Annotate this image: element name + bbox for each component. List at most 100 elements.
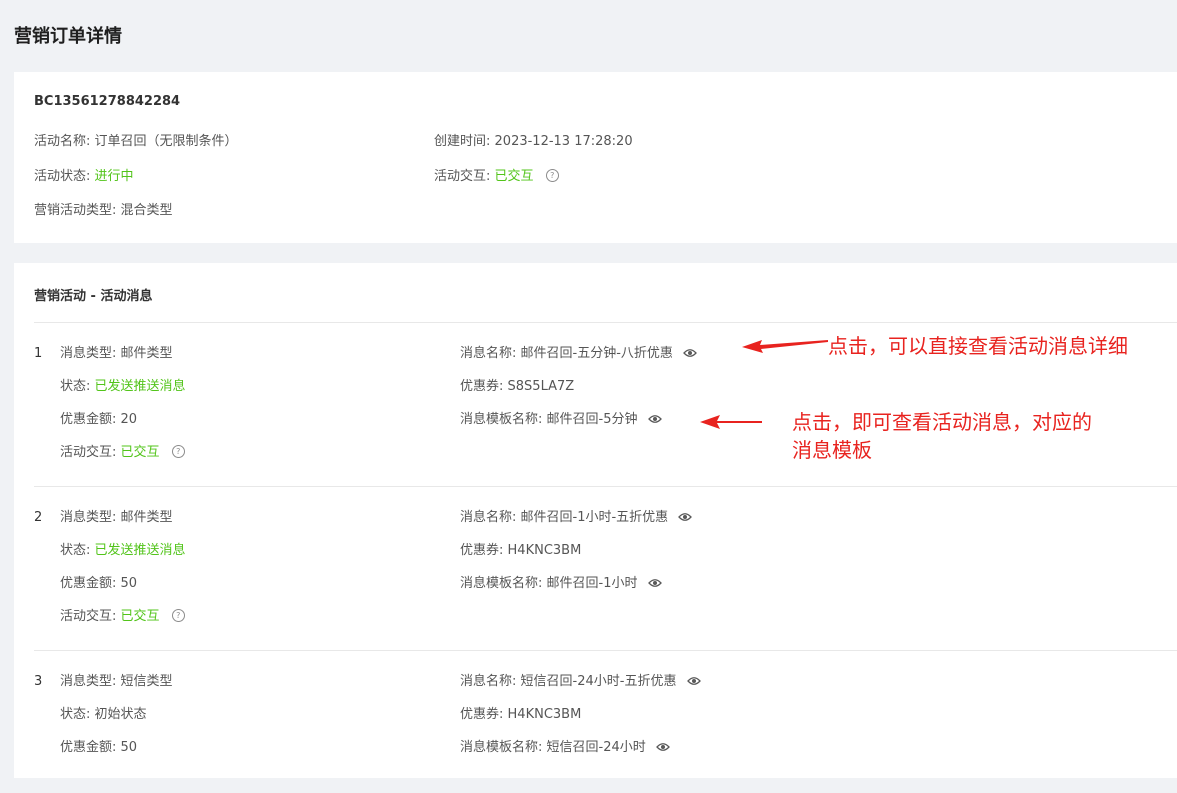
template-name-field: 消息模板名称: 邮件召回-1小时 bbox=[460, 575, 662, 593]
annotation-arrow bbox=[700, 415, 762, 429]
discount-field: 优惠金额: 20 bbox=[60, 411, 137, 429]
annotation-note: 点击，即可查看活动消息，对应的 bbox=[792, 410, 1092, 434]
message-interaction-label: 活动交互: bbox=[60, 609, 117, 624]
activity-type-value: 混合类型 bbox=[120, 203, 173, 218]
coupon-value: S8S5LA7Z bbox=[507, 379, 575, 394]
divider bbox=[34, 650, 1177, 651]
discount-field: 优惠金额: 50 bbox=[60, 739, 137, 757]
message-name-value: 短信召回-24小时-五折优惠 bbox=[520, 674, 677, 689]
coupon-label: 优惠券: bbox=[460, 379, 504, 394]
discount-label: 优惠金额: bbox=[60, 576, 117, 591]
template-name-label: 消息模板名称: bbox=[460, 412, 543, 427]
message-status-label: 状态: bbox=[60, 379, 91, 394]
annotation-arrow bbox=[742, 340, 828, 353]
activity-name-field: 活动名称: 订单召回（无限制条件） bbox=[34, 133, 238, 151]
template-name-field: 消息模板名称: 邮件召回-5分钟 bbox=[460, 411, 662, 429]
activity-status-field: 活动状态: 进行中 bbox=[34, 168, 134, 186]
template-name-label: 消息模板名称: bbox=[460, 740, 543, 755]
eye-icon[interactable] bbox=[686, 676, 701, 686]
activity-type-field: 营销活动类型: 混合类型 bbox=[34, 202, 173, 220]
message-name-field: 消息名称: 短信召回-24小时-五折优惠 bbox=[460, 673, 701, 691]
coupon-value: H4KNC3BM bbox=[507, 707, 582, 722]
message-type-field: 消息类型: 邮件类型 bbox=[60, 509, 173, 527]
message-index: 1 bbox=[34, 346, 43, 361]
message-type-label: 消息类型: bbox=[60, 510, 117, 525]
eye-icon[interactable] bbox=[656, 742, 670, 752]
annotation-note: 消息模板 bbox=[792, 438, 872, 462]
message-index: 3 bbox=[34, 674, 43, 689]
activity-name-value: 订单召回（无限制条件） bbox=[94, 134, 238, 149]
message-type-label: 消息类型: bbox=[60, 674, 117, 689]
eye-icon[interactable] bbox=[647, 578, 662, 588]
coupon-label: 优惠券: bbox=[460, 543, 504, 558]
message-type-field: 消息类型: 短信类型 bbox=[60, 673, 173, 691]
eye-icon[interactable] bbox=[678, 512, 693, 522]
coupon-value: H4KNC3BM bbox=[507, 543, 582, 558]
activity-interaction-field: 活动交互: 已交互 ? bbox=[434, 168, 559, 186]
created-time-value: 2023-12-13 17:28:20 bbox=[494, 134, 633, 149]
activity-type-label: 营销活动类型: bbox=[34, 203, 117, 218]
message-type-value: 短信类型 bbox=[120, 674, 173, 689]
message-status-value: 初始状态 bbox=[94, 707, 147, 722]
help-icon[interactable]: ? bbox=[545, 169, 559, 182]
order-id: BC13561278842284 bbox=[34, 94, 181, 109]
activity-status-value: 进行中 bbox=[94, 169, 134, 184]
discount-field: 优惠金额: 50 bbox=[60, 575, 137, 593]
message-name-field: 消息名称: 邮件召回-1小时-五折优惠 bbox=[460, 509, 693, 527]
message-name-label: 消息名称: bbox=[460, 510, 517, 525]
created-time-field: 创建时间: 2023-12-13 17:28:20 bbox=[434, 133, 633, 151]
coupon-field: 优惠券: H4KNC3BM bbox=[460, 706, 581, 724]
message-interaction-field: 活动交互: 已交互 ? bbox=[60, 608, 185, 626]
discount-label: 优惠金额: bbox=[60, 412, 117, 427]
discount-value: 50 bbox=[120, 740, 138, 755]
message-index: 2 bbox=[34, 510, 43, 525]
page-title: 营销订单详情 bbox=[14, 26, 122, 47]
message-type-value: 邮件类型 bbox=[120, 346, 173, 361]
help-icon[interactable]: ? bbox=[171, 445, 185, 458]
message-name-value: 邮件召回-1小时-五折优惠 bbox=[520, 510, 669, 525]
activity-status-label: 活动状态: bbox=[34, 169, 91, 184]
message-interaction-value: 已交互 bbox=[120, 609, 160, 624]
template-name-value: 邮件召回-5分钟 bbox=[546, 412, 638, 427]
eye-icon[interactable] bbox=[647, 414, 662, 424]
message-status-value: 已发送推送消息 bbox=[94, 543, 186, 558]
section-title: 营销活动 - 活动消息 bbox=[34, 289, 153, 304]
coupon-field: 优惠券: H4KNC3BM bbox=[460, 542, 581, 560]
message-status-label: 状态: bbox=[60, 707, 91, 722]
template-name-value: 短信召回-24小时 bbox=[546, 740, 646, 755]
message-name-value: 邮件召回-五分钟-八折优惠 bbox=[520, 346, 673, 361]
template-name-field: 消息模板名称: 短信召回-24小时 bbox=[460, 739, 670, 757]
activity-interaction-value: 已交互 bbox=[494, 169, 534, 184]
message-type-label: 消息类型: bbox=[60, 346, 117, 361]
coupon-field: 优惠券: S8S5LA7Z bbox=[460, 378, 574, 396]
divider bbox=[34, 486, 1177, 487]
message-status-label: 状态: bbox=[60, 543, 91, 558]
order-info-card: BC13561278842284 活动名称: 订单召回（无限制条件） 创建时间:… bbox=[14, 72, 1177, 243]
message-status-field: 状态: 已发送推送消息 bbox=[60, 378, 186, 396]
message-status-field: 状态: 已发送推送消息 bbox=[60, 542, 186, 560]
message-interaction-label: 活动交互: bbox=[60, 445, 117, 460]
message-type-field: 消息类型: 邮件类型 bbox=[60, 345, 173, 363]
discount-value: 20 bbox=[120, 412, 138, 427]
help-icon[interactable]: ? bbox=[171, 609, 185, 622]
message-type-value: 邮件类型 bbox=[120, 510, 173, 525]
message-name-label: 消息名称: bbox=[460, 674, 517, 689]
eye-icon[interactable] bbox=[683, 348, 697, 358]
page: 营销订单详情 BC13561278842284 活动名称: 订单召回（无限制条件… bbox=[0, 0, 1177, 793]
created-time-label: 创建时间: bbox=[434, 134, 491, 149]
template-name-label: 消息模板名称: bbox=[460, 576, 543, 591]
message-interaction-value: 已交互 bbox=[120, 445, 160, 460]
message-status-value: 已发送推送消息 bbox=[94, 379, 186, 394]
discount-label: 优惠金额: bbox=[60, 740, 117, 755]
divider bbox=[34, 322, 1177, 323]
template-name-value: 邮件召回-1小时 bbox=[546, 576, 638, 591]
message-name-label: 消息名称: bbox=[460, 346, 517, 361]
discount-value: 50 bbox=[120, 576, 138, 591]
coupon-label: 优惠券: bbox=[460, 707, 504, 722]
activity-name-label: 活动名称: bbox=[34, 134, 91, 149]
annotation-note: 点击，可以直接查看活动消息详细 bbox=[828, 334, 1128, 358]
activity-interaction-label: 活动交互: bbox=[434, 169, 491, 184]
message-status-field: 状态: 初始状态 bbox=[60, 706, 147, 724]
message-interaction-field: 活动交互: 已交互 ? bbox=[60, 444, 185, 462]
message-name-field: 消息名称: 邮件召回-五分钟-八折优惠 bbox=[460, 345, 697, 363]
